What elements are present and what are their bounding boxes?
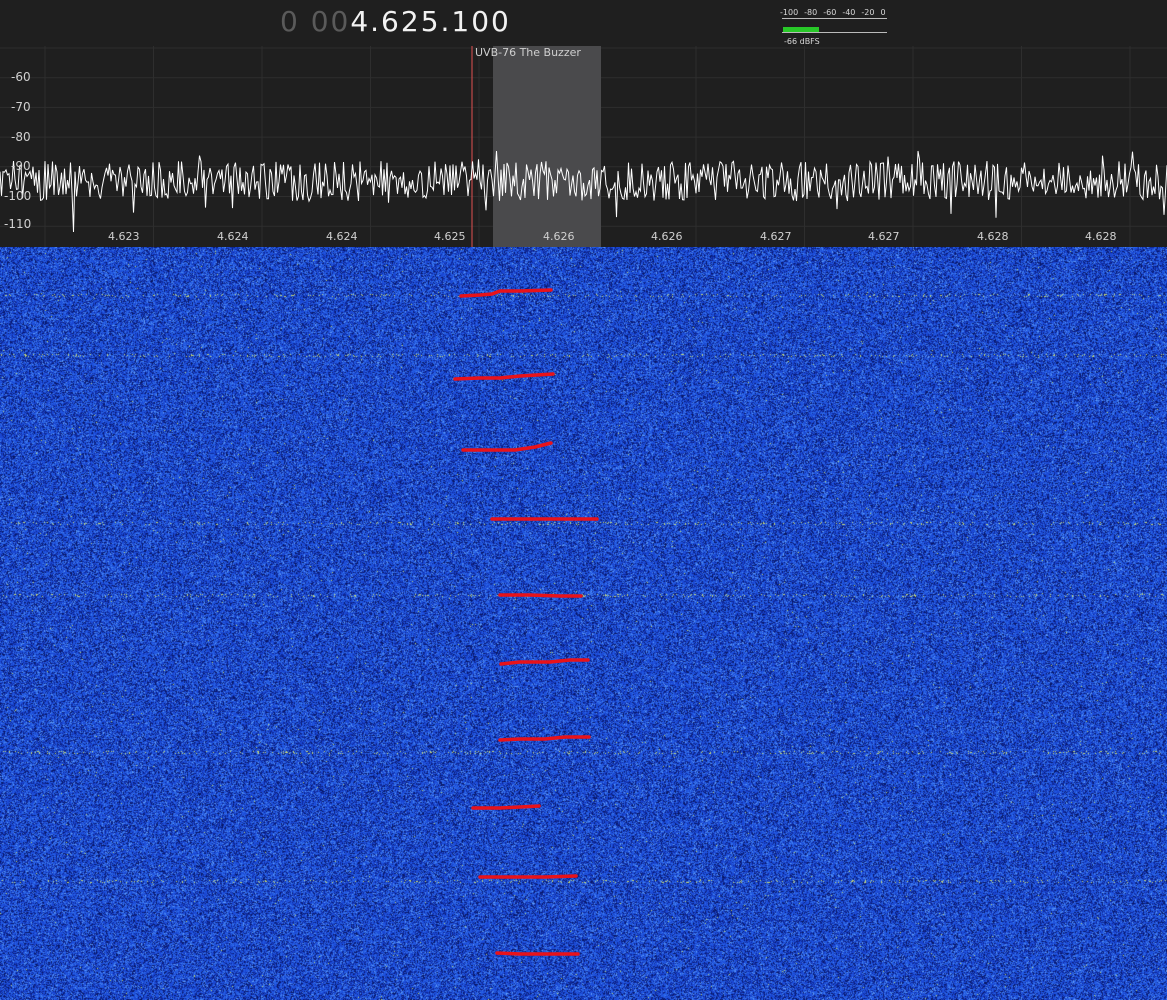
annotation-stroke (498, 593, 583, 598)
bookmark-label[interactable]: UVB-76 The Buzzer (475, 46, 581, 59)
meter-scale-label: -100 (780, 8, 799, 17)
meter-scale-label: -80 (804, 8, 818, 17)
annotation-stroke (478, 874, 578, 879)
frequency-leading-digits: 0 00 (280, 5, 351, 38)
annotation-stroke (471, 804, 541, 810)
meter-scale-label: 0 (880, 8, 886, 17)
spectrum-panel: 0 004.625.100 -100 -80 -60 -40 -20 0 -66… (0, 0, 1167, 247)
x-axis-label: 4.626 (543, 230, 575, 243)
annotation-stroke (498, 735, 591, 742)
meter-scale-label: -20 (861, 8, 875, 17)
frequency-main-digits: 4.625.100 (350, 5, 511, 38)
spectrum-plot[interactable]: UVB-76 The Buzzer -60 -70 -80 -90 -100 -… (0, 46, 1167, 247)
annotation-stroke (459, 288, 553, 298)
x-axis-label: 4.623 (108, 230, 140, 243)
x-axis-label: 4.624 (326, 230, 358, 243)
annotation-stroke (495, 951, 580, 956)
annotation-stroke (453, 372, 555, 381)
x-axis-label: 4.627 (760, 230, 792, 243)
y-axis-label: -90 (11, 159, 31, 173)
x-axis-label: 4.626 (651, 230, 683, 243)
x-axis-label: 4.627 (868, 230, 900, 243)
meter-baseline (782, 32, 887, 33)
meter-ticks (782, 18, 887, 23)
meter-scale-label: -60 (823, 8, 837, 17)
annotation-stroke (499, 658, 590, 666)
y-axis-label: -70 (11, 100, 31, 114)
annotation-stroke (461, 441, 553, 452)
x-axis-label: 4.624 (217, 230, 249, 243)
y-axis-label: -60 (11, 70, 31, 84)
spectrum-trace-canvas (0, 46, 1167, 247)
waterfall-annotations (453, 288, 599, 956)
y-axis-label: -110 (4, 217, 32, 231)
frequency-display[interactable]: 0 004.625.100 (280, 5, 511, 38)
x-axis-label: 4.625 (434, 230, 466, 243)
meter-scale-label: -40 (842, 8, 856, 17)
x-axis-label: 4.628 (1085, 230, 1117, 243)
meter-scale: -100 -80 -60 -40 -20 0 (780, 8, 888, 17)
passband-highlight[interactable] (493, 46, 601, 247)
y-axis-label: -80 (11, 130, 31, 144)
x-axis-label: 4.628 (977, 230, 1009, 243)
meter-reading: -66 dBFS (784, 37, 820, 46)
waterfall-display[interactable] (0, 247, 1167, 1000)
y-axis-label: -100 (4, 189, 32, 203)
signal-meter: -100 -80 -60 -40 -20 0 -66 dBFS (780, 8, 888, 46)
